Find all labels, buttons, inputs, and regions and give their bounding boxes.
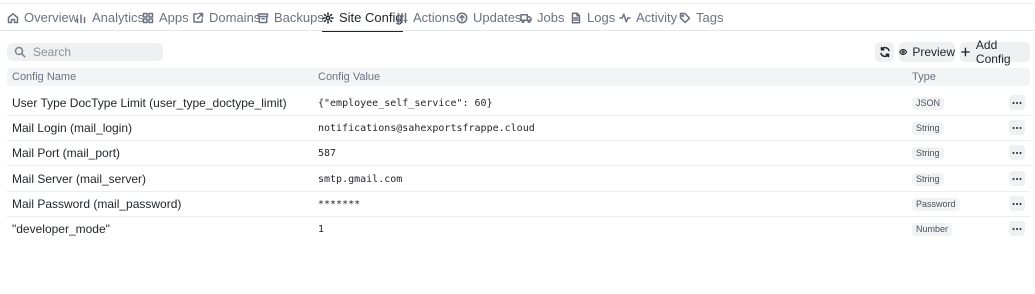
type-badge: Number: [912, 223, 953, 236]
type-badge: String: [912, 147, 944, 160]
type-badge: JSON: [912, 97, 945, 110]
more-horizontal-icon: [1012, 101, 1022, 104]
add-config-button[interactable]: Add Config: [960, 38, 1030, 66]
truck-icon: [520, 13, 532, 23]
search-icon: [14, 46, 26, 58]
config-name: Mail Server (mail_server): [12, 172, 147, 186]
tab-label: Tags: [696, 10, 724, 25]
search-input[interactable]: [33, 45, 153, 59]
table-row[interactable]: User Type DocType Limit (user_type_docty…: [7, 91, 1030, 116]
column-header-config-name: Config Name: [12, 71, 77, 83]
site-tabs: Overview Analytics Apps Domains Backups …: [0, 4, 1035, 32]
bar-chart-icon: [76, 13, 86, 23]
add-config-label: Add Config: [975, 38, 1011, 66]
config-name: Mail Port (mail_port): [12, 146, 121, 160]
row-actions-button[interactable]: [1009, 120, 1025, 135]
config-name: Mail Password (mail_password): [12, 197, 182, 211]
row-actions-button[interactable]: [1009, 95, 1025, 110]
row-actions-button[interactable]: [1009, 145, 1025, 160]
file-text-icon: [571, 11, 581, 24]
more-horizontal-icon: [1012, 202, 1022, 205]
tab-actions[interactable]: Actions: [396, 4, 456, 31]
tab-label: Site Config: [339, 10, 403, 25]
table-row[interactable]: "developer_mode" 1 Number: [7, 217, 1030, 242]
table-row[interactable]: Mail Port (mail_port) 587 String: [7, 141, 1030, 166]
tab-domains[interactable]: Domains: [192, 4, 260, 31]
type-badge: String: [912, 173, 944, 186]
row-actions-button[interactable]: [1009, 221, 1025, 236]
tab-label: Domains: [209, 10, 261, 25]
gear-icon: [322, 11, 334, 24]
tab-label: Analytics: [92, 10, 145, 25]
type-badge: String: [912, 122, 944, 135]
tab-apps[interactable]: Apps: [142, 4, 189, 31]
type-badge: Password: [912, 198, 960, 211]
refresh-button[interactable]: [875, 42, 894, 62]
tab-label: Overview: [24, 10, 79, 25]
tab-tags[interactable]: Tags: [679, 4, 723, 31]
config-value: 587: [318, 148, 337, 159]
table-row[interactable]: Mail Login (mail_login) notifications@sa…: [7, 116, 1030, 141]
config-value: 1: [318, 224, 325, 235]
config-name: User Type DocType Limit (user_type_docty…: [12, 96, 287, 110]
eye-icon: [899, 49, 908, 55]
tab-label: Backups: [274, 10, 324, 25]
more-horizontal-icon: [1012, 227, 1022, 230]
config-value: smtp.gmail.com: [318, 174, 403, 185]
activity-icon: [619, 12, 631, 23]
tab-activity[interactable]: Activity: [619, 4, 677, 31]
tab-label: Actions: [413, 10, 456, 25]
grid-icon: [142, 12, 154, 23]
tab-logs[interactable]: Logs: [570, 4, 615, 31]
search-box[interactable]: [7, 43, 163, 61]
plus-icon: [961, 47, 970, 57]
row-actions-button[interactable]: [1009, 171, 1025, 186]
tab-label: Logs: [587, 10, 616, 25]
config-name: "developer_mode": [12, 222, 110, 236]
tab-jobs[interactable]: Jobs: [520, 4, 564, 31]
sliders-icon: [396, 12, 408, 23]
preview-button[interactable]: Preview: [899, 42, 955, 62]
tab-analytics[interactable]: Analytics: [75, 4, 144, 31]
tab-backups[interactable]: Backups: [257, 4, 324, 31]
arrow-up-circle-icon: [456, 12, 468, 23]
preview-label: Preview: [912, 45, 955, 59]
tab-updates[interactable]: Updates: [456, 4, 521, 31]
config-value: {"employee_self_service": 60}: [318, 98, 493, 109]
column-header-config-value: Config Value: [318, 71, 381, 83]
home-icon: [7, 12, 19, 23]
config-name: Mail Login (mail_login): [12, 121, 133, 135]
table-row[interactable]: Mail Server (mail_server) smtp.gmail.com…: [7, 167, 1030, 192]
tab-site-config[interactable]: Site Config: [322, 4, 403, 32]
row-actions-button[interactable]: [1009, 196, 1025, 211]
more-horizontal-icon: [1012, 151, 1022, 154]
refresh-icon: [879, 46, 890, 58]
more-horizontal-icon: [1012, 126, 1022, 129]
tab-overview[interactable]: Overview: [7, 4, 78, 31]
tab-label: Activity: [636, 10, 678, 25]
external-link-icon: [193, 12, 204, 23]
table-header: Config Name Config Value Type: [7, 68, 1030, 86]
config-value: *******: [318, 199, 361, 210]
more-horizontal-icon: [1012, 177, 1022, 180]
tab-label: Updates: [473, 10, 522, 25]
tag-icon: [679, 12, 691, 23]
config-value: notifications@sahexportsfrappe.cloud: [318, 123, 535, 134]
tab-label: Jobs: [537, 10, 565, 25]
tab-label: Apps: [159, 10, 189, 25]
archive-icon: [257, 12, 269, 23]
column-header-type: Type: [912, 71, 936, 83]
table-row[interactable]: Mail Password (mail_password) ******* Pa…: [7, 192, 1030, 217]
